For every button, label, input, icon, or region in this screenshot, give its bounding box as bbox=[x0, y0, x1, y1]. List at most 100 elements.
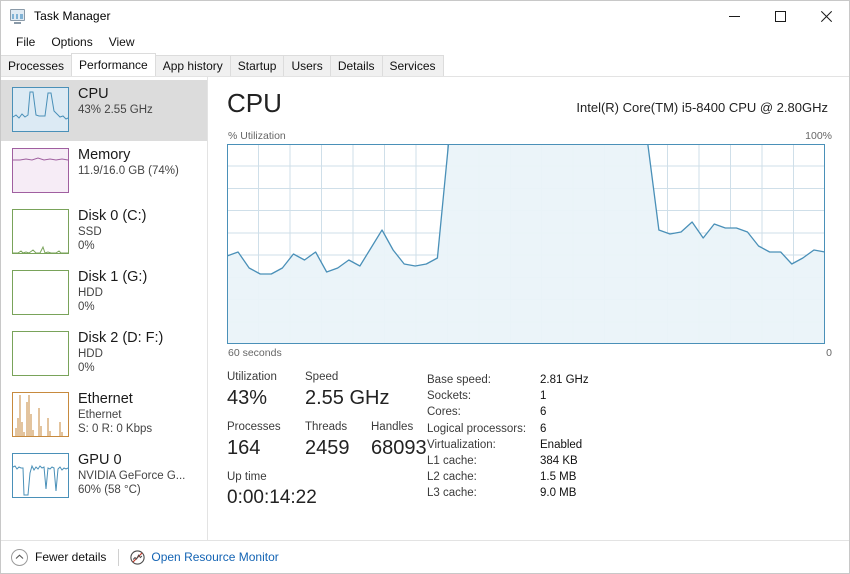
y-axis-label: % Utilization bbox=[228, 130, 286, 142]
stat-row-processes-threads-handles: Processes 164 Threads 2459 Handles 68093 bbox=[227, 420, 427, 461]
task-manager-window: Task Manager File Options View Processes… bbox=[0, 0, 850, 574]
sidebar-item-disk-2[interactable]: Disk 2 (D: F:) HDD 0% bbox=[1, 324, 207, 385]
sidebar-item-cpu[interactable]: CPU 43% 2.55 GHz bbox=[1, 80, 207, 141]
cpu-details-list: Base speed: 2.81 GHz Sockets: 1 Cores: 6… bbox=[427, 370, 833, 520]
sidebar-item-disk-1[interactable]: Disk 1 (G:) HDD 0% bbox=[1, 263, 207, 324]
detail-row-l2-cache: L2 cache: 1.5 MB bbox=[427, 469, 833, 485]
page-title: CPU bbox=[227, 88, 282, 118]
task-manager-icon bbox=[10, 8, 26, 24]
sidebar-item-title: Disk 2 (D: F:) bbox=[78, 330, 164, 346]
sidebar-item-sub2: 60% (58 °C) bbox=[78, 484, 141, 496]
open-resource-monitor-link[interactable]: Open Resource Monitor bbox=[130, 549, 279, 565]
detail-value: 1.5 MB bbox=[540, 471, 577, 484]
sidebar-item-title: Memory bbox=[78, 147, 131, 163]
detail-row-virtualization: Virtualization: Enabled bbox=[427, 437, 833, 453]
sidebar-item-disk-0[interactable]: Disk 0 (C:) SSD 0% bbox=[1, 202, 207, 263]
y-axis-max-label: 100% bbox=[805, 130, 832, 142]
ethernet-thumbnail-graph bbox=[12, 392, 69, 437]
sidebar-item-text: Ethernet Ethernet S: 0 R: 0 Kbps bbox=[78, 391, 152, 436]
gpu0-thumbnail-graph bbox=[12, 453, 69, 498]
sidebar-item-title: Disk 0 (C:) bbox=[78, 208, 147, 224]
chart-y-axis-labels: % Utilization 100% bbox=[227, 130, 833, 144]
tab-startup[interactable]: Startup bbox=[229, 55, 285, 76]
sidebar-item-sub1: NVIDIA GeForce G... bbox=[78, 470, 186, 482]
minimize-icon[interactable] bbox=[711, 1, 757, 31]
chevron-up-icon bbox=[11, 548, 28, 566]
stat-speed: Speed 2.55 GHz bbox=[305, 370, 389, 411]
cpu-detail-panel: CPU Intel(R) Core(TM) i5-8400 CPU @ 2.80… bbox=[208, 77, 849, 540]
detail-row-base-speed: Base speed: 2.81 GHz bbox=[427, 372, 833, 388]
stat-speed-label: Speed bbox=[305, 371, 339, 383]
maximize-icon[interactable] bbox=[757, 1, 803, 31]
detail-row-sockets: Sockets: 1 bbox=[427, 388, 833, 404]
window-title: Task Manager bbox=[34, 9, 111, 23]
sidebar-item-memory[interactable]: Memory 11.9/16.0 GB (74%) bbox=[1, 141, 207, 202]
disk2-thumbnail-graph bbox=[12, 331, 69, 376]
stat-threads-label: Threads bbox=[305, 421, 348, 433]
cpu-utilization-chart bbox=[227, 144, 833, 344]
stat-processes: Processes 164 bbox=[227, 420, 305, 461]
tab-app-history[interactable]: App history bbox=[154, 55, 231, 76]
detail-value: 9.0 MB bbox=[540, 487, 577, 500]
sidebar-item-sub1: SSD bbox=[78, 226, 102, 238]
tab-bar: Processes Performance App history Startu… bbox=[1, 53, 849, 76]
detail-value: 384 KB bbox=[540, 455, 578, 468]
sidebar-item-sub2: S: 0 R: 0 Kbps bbox=[78, 423, 153, 435]
stat-handles-value: 68093 bbox=[371, 437, 427, 459]
sidebar-item-ethernet[interactable]: Ethernet Ethernet S: 0 R: 0 Kbps bbox=[1, 385, 207, 446]
detail-row-l3-cache: L3 cache: 9.0 MB bbox=[427, 485, 833, 501]
tab-services[interactable]: Services bbox=[381, 55, 444, 76]
sidebar-item-text: Disk 1 (G:) HDD 0% bbox=[78, 269, 147, 314]
menu-item-options[interactable]: Options bbox=[44, 33, 99, 52]
sidebar-item-title: CPU bbox=[78, 86, 109, 102]
memory-thumbnail-graph bbox=[12, 148, 69, 193]
stat-utilization-label: Utilization bbox=[227, 371, 277, 383]
sidebar-item-sub1: 43% 2.55 GHz bbox=[78, 104, 153, 116]
tab-details[interactable]: Details bbox=[329, 55, 383, 76]
x-axis-left-label: 60 seconds bbox=[228, 347, 282, 359]
sidebar-item-text: Disk 2 (D: F:) HDD 0% bbox=[78, 330, 163, 375]
menu-item-file[interactable]: File bbox=[9, 33, 42, 52]
resource-sidebar: CPU 43% 2.55 GHz Memory 11.9/16.0 GB (74… bbox=[1, 77, 208, 540]
sidebar-item-sub2: 0% bbox=[78, 362, 95, 374]
sidebar-item-gpu-0[interactable]: GPU 0 NVIDIA GeForce G... 60% (58 °C) bbox=[1, 446, 207, 507]
tab-performance[interactable]: Performance bbox=[71, 53, 156, 76]
detail-value: 6 bbox=[540, 406, 547, 419]
sidebar-item-sub1: Ethernet bbox=[78, 409, 122, 421]
cpu-model-name: Intel(R) Core(TM) i5-8400 CPU @ 2.80GHz bbox=[576, 100, 828, 115]
footer-divider bbox=[118, 548, 120, 566]
sidebar-item-title: Ethernet bbox=[78, 391, 133, 407]
detail-key: Logical processors: bbox=[427, 422, 527, 435]
close-icon[interactable] bbox=[803, 1, 849, 31]
x-axis-right-label: 0 bbox=[826, 347, 832, 359]
cpu-stats: Utilization 43% Speed 2.55 GHz Processes… bbox=[227, 370, 833, 520]
stat-handles: Handles 68093 bbox=[371, 420, 427, 461]
stat-row-uptime: Up time 0:00:14:22 bbox=[227, 470, 427, 511]
stat-speed-value: 2.55 GHz bbox=[305, 387, 390, 409]
panel-header: CPU Intel(R) Core(TM) i5-8400 CPU @ 2.80… bbox=[227, 87, 833, 119]
detail-row-l1-cache: L1 cache: 384 KB bbox=[427, 453, 833, 469]
sidebar-item-text: CPU 43% 2.55 GHz bbox=[78, 86, 153, 117]
fewer-details-button[interactable]: Fewer details bbox=[11, 548, 106, 566]
sidebar-item-title: GPU 0 bbox=[78, 452, 122, 468]
sidebar-item-sub2: 0% bbox=[78, 240, 95, 252]
detail-key: L2 cache: bbox=[427, 471, 477, 484]
content-area: CPU 43% 2.55 GHz Memory 11.9/16.0 GB (74… bbox=[1, 76, 849, 540]
stat-handles-label: Handles bbox=[371, 421, 414, 433]
resource-monitor-icon bbox=[130, 549, 146, 565]
cpu-chart-svg bbox=[227, 144, 825, 344]
tab-users[interactable]: Users bbox=[283, 55, 331, 76]
stat-uptime-label: Up time bbox=[227, 471, 267, 483]
stat-utilization-value: 43% bbox=[227, 387, 268, 409]
cpu-thumbnail-graph bbox=[12, 87, 69, 132]
detail-key: Base speed: bbox=[427, 374, 491, 386]
detail-row-logical-processors: Logical processors: 6 bbox=[427, 421, 833, 437]
detail-value: 6 bbox=[540, 422, 547, 435]
stat-processes-value: 164 bbox=[227, 437, 261, 459]
menu-item-view[interactable]: View bbox=[102, 33, 142, 52]
disk1-thumbnail-graph bbox=[12, 270, 69, 315]
tab-processes[interactable]: Processes bbox=[1, 55, 73, 76]
menu-bar: File Options View bbox=[1, 31, 849, 53]
sidebar-item-sub1: HDD bbox=[78, 348, 103, 360]
sidebar-item-text: GPU 0 NVIDIA GeForce G... 60% (58 °C) bbox=[78, 452, 185, 497]
